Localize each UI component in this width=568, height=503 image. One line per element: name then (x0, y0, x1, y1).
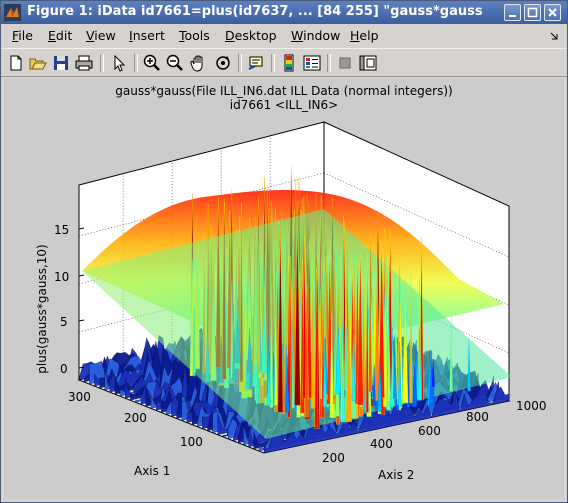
legend-icon[interactable] (302, 53, 322, 73)
toolbar-separator (238, 54, 242, 72)
menu-desktop[interactable]: Desktop (225, 28, 277, 43)
menu-edit[interactable]: Edit (48, 28, 72, 43)
title-bar[interactable]: Figure 1: iData id7661=plus(id7637, ... … (1, 1, 567, 24)
z-tick-label: 5 (60, 315, 68, 329)
axis2-label: Axis 2 (378, 468, 414, 482)
axis2-tick-label: 1000 (516, 399, 547, 413)
z-tick-label: 15 (54, 223, 69, 237)
matlab-logo-icon (4, 4, 21, 21)
zoom-in-icon[interactable] (142, 53, 162, 73)
colorbar-icon[interactable] (279, 53, 299, 73)
menu-help[interactable]: Help (350, 28, 379, 43)
minimize-icon (509, 15, 516, 17)
figure-toolbar (1, 48, 567, 77)
toolbar-separator (271, 54, 275, 72)
menu-tools[interactable]: Tools (179, 28, 210, 43)
new-figure-icon[interactable] (6, 53, 26, 73)
open-file-icon[interactable] (28, 53, 48, 73)
z-axis-label: plus(gauss*gauss,10) (35, 244, 49, 373)
hide-plot-tools-icon[interactable] (335, 53, 355, 73)
toolbar-separator (100, 54, 104, 72)
print-icon[interactable] (74, 53, 94, 73)
zoom-out-icon[interactable] (165, 53, 185, 73)
menu-bar: File Edit View Insert Tools Desktop Wind… (1, 25, 567, 47)
axis2-tick-label: 800 (466, 410, 489, 424)
close-button[interactable] (544, 4, 561, 21)
data-cursor-icon[interactable] (246, 53, 266, 73)
axis1-tick-label: 200 (124, 411, 147, 425)
pan-hand-icon[interactable] (189, 53, 209, 73)
axis2-tick-label: 200 (322, 451, 345, 465)
figure-window: Figure 1: iData id7661=plus(id7637, ... … (0, 0, 568, 503)
toolbar-separator (134, 54, 138, 72)
rotate-3d-icon[interactable] (213, 53, 233, 73)
minimize-button[interactable] (504, 4, 521, 21)
toolbar-separator (327, 54, 331, 72)
axis2-tick-label: 600 (418, 424, 441, 438)
edit-plot-arrow-icon[interactable] (109, 53, 129, 73)
surface-plot[interactable]: 0 5 10 15 plus(gauss*gauss,10) 300 200 1… (4, 79, 564, 499)
dock-arrow-icon[interactable] (549, 31, 559, 41)
menu-insert[interactable]: Insert (129, 28, 165, 43)
window-title: Figure 1: iData id7661=plus(id7637, ... … (27, 4, 483, 19)
save-icon[interactable] (51, 53, 71, 73)
axis1-tick-label: 100 (180, 435, 203, 449)
z-tick-label: 10 (54, 270, 69, 284)
figure-canvas[interactable]: gauss*gauss(File ILL_IN6.dat ILL Data (n… (4, 79, 564, 499)
maximize-button[interactable] (524, 4, 541, 21)
axis1-label: Axis 1 (134, 464, 170, 478)
menu-window[interactable]: Window (291, 28, 340, 43)
menu-file[interactable]: File (12, 28, 33, 43)
z-tick-label: 0 (60, 362, 68, 376)
show-plot-tools-icon[interactable] (358, 53, 378, 73)
close-icon (548, 8, 557, 17)
maximize-icon (527, 7, 538, 18)
axis1-tick-label: 300 (68, 390, 91, 404)
axis2-tick-label: 400 (370, 437, 393, 451)
menu-view[interactable]: View (86, 28, 116, 43)
